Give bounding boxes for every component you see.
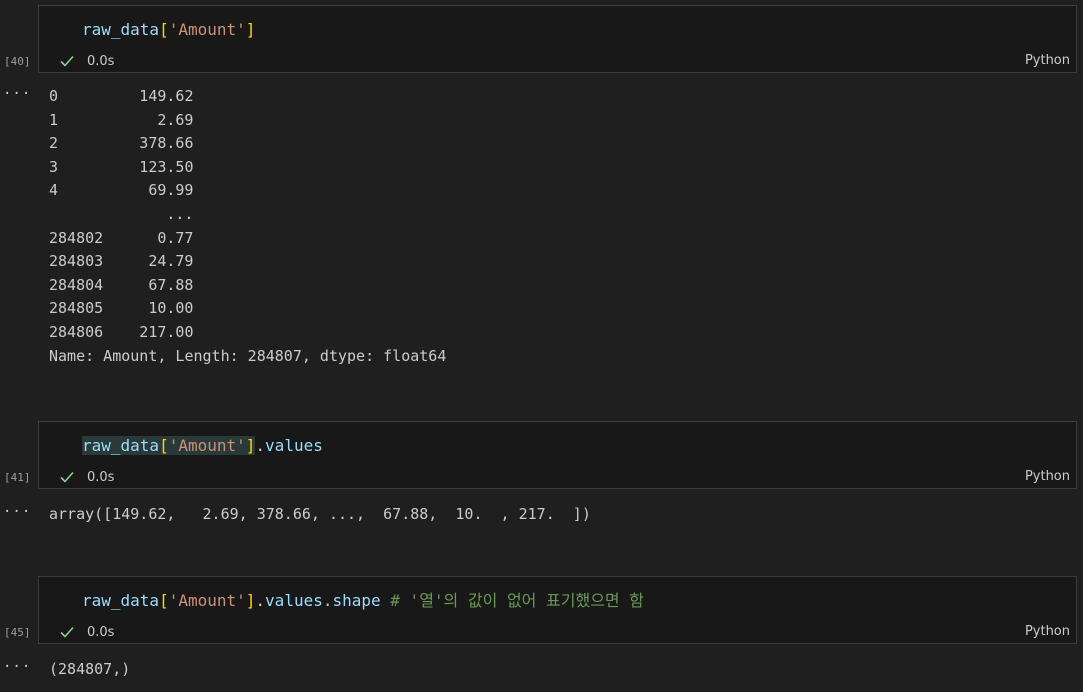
series-footer: Name: Amount, Length: 284807, dtype: flo… [49,346,447,365]
cell-output: array([149.62, 2.69, 378.66, ..., 67.88,… [49,505,591,523]
row-index: 0 [49,87,59,105]
code-bracket: [ [159,20,169,39]
code-property: shape [332,591,381,610]
code-var: raw_data [82,591,160,610]
execution-count: [41] [4,471,31,484]
row-index: 2 [49,134,59,153]
row-index: 1 [49,110,59,129]
code-bracket: [ [159,591,169,610]
row-index: 284803 [49,252,104,271]
execution-count: [45] [4,626,31,639]
code-bracket: ] [245,591,256,610]
row-index: 284802 [49,228,104,247]
output-more-icon[interactable]: ··· [3,504,31,520]
code-var: raw_data [82,436,160,455]
language-indicator[interactable]: Python [1025,53,1070,68]
code-string: 'Amount' [168,436,246,455]
output-row: 3 123.50 [49,156,446,180]
code-dot: . [255,591,266,610]
cell-output: 0 149.62 1 2.69 2 378.66 3 123.50 4 69.99... 28480… [49,85,446,368]
code-property: values [265,591,323,610]
row-index: 4 [49,181,59,200]
code-editor[interactable]: raw_data['Amount'].values.shape # '열'의 값… [38,576,1077,644]
language-indicator[interactable]: Python [1025,624,1070,639]
code-line[interactable]: raw_data['Amount'] [82,20,255,40]
row-value: 10.00 [148,299,194,318]
row-value: 2.69 [157,110,194,129]
output-row: 2 378.66 [49,132,446,156]
row-value: 123.50 [139,157,194,176]
output-row: 284806 217.00 [49,321,446,345]
row-index: 284806 [49,322,104,341]
code-bracket: ] [245,20,256,39]
row-value: 0.77 [157,228,194,247]
row-index: 284804 [49,275,104,294]
execution-count: [40] [4,55,31,68]
execution-time: 0.0s [87,53,115,69]
output-row: 0 149.62 [49,85,446,109]
output-row: 4 69.99 [49,179,446,203]
code-bracket: ] [245,436,256,455]
cell-status: 0.0s [59,469,114,485]
row-value: ... [166,204,194,223]
execution-time: 0.0s [87,624,115,640]
output-row: 1 2.69 [49,109,446,133]
check-icon [60,55,74,67]
output-row: 284802 0.77 [49,227,446,251]
cell-status: 0.0s [59,53,114,69]
cell-status: 0.0s [59,624,114,640]
cell-output: (284807,) [49,660,131,678]
output-row: 284805 10.00 [49,297,446,321]
output-row: 284804 67.88 [49,274,446,298]
code-var: raw_data [82,20,160,39]
code-property: values [265,436,323,455]
code-editor[interactable]: raw_data['Amount'].values 0.0s Python [38,421,1077,489]
check-icon [60,471,74,483]
code-editor[interactable]: raw_data['Amount'] 0.0s Python [38,5,1077,73]
output-row: 284803 24.79 [49,250,446,274]
row-value: 217.00 [139,322,194,341]
code-bracket: [ [159,436,169,455]
row-value: 69.99 [148,181,194,200]
execution-time: 0.0s [87,469,115,485]
language-indicator[interactable]: Python [1025,469,1070,484]
code-string: 'Amount' [168,591,246,610]
code-line[interactable]: raw_data['Amount'].values [82,436,323,456]
row-value: 149.62 [139,87,194,105]
check-icon [60,626,74,638]
row-index: 3 [49,157,59,176]
output-more-icon[interactable]: ··· [3,659,31,675]
output-row: ... [49,203,446,227]
output-more-icon[interactable]: ··· [3,86,31,102]
code-dot: . [255,436,266,455]
row-index: 284805 [49,299,104,318]
code-string: 'Amount' [168,20,246,39]
code-comment: # '열'의 값이 없어 표기했으면 함 [380,591,644,610]
row-value: 24.79 [148,252,194,271]
code-line[interactable]: raw_data['Amount'].values.shape # '열'의 값… [82,591,644,611]
row-value: 378.66 [139,134,194,153]
row-value: 67.88 [148,275,194,294]
